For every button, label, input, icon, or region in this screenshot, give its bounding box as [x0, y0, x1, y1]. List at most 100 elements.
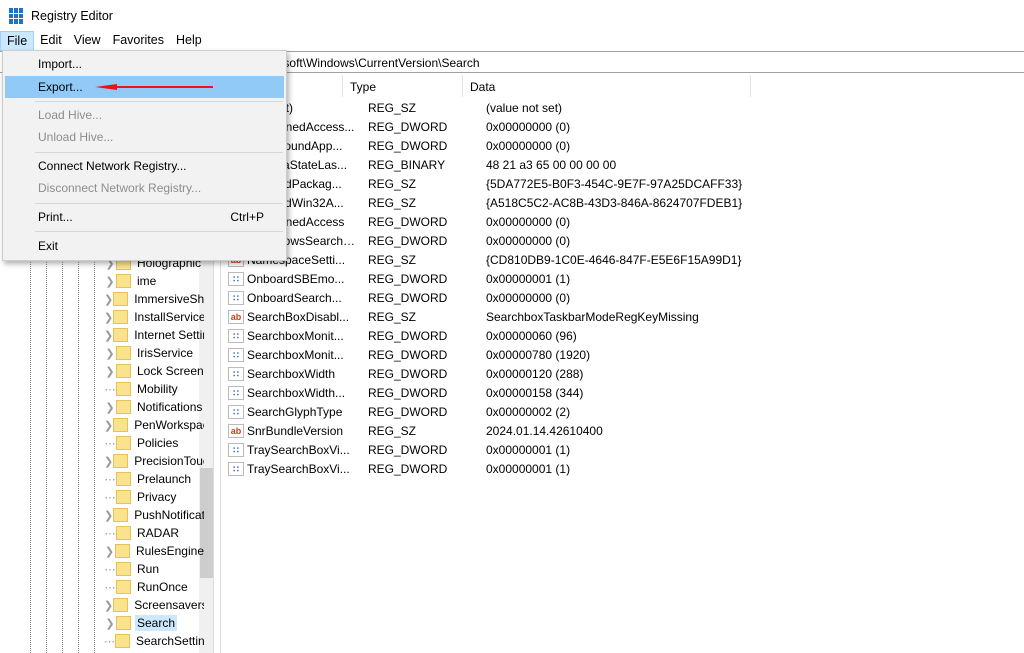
- value-data: SearchboxTaskbarModeRegKeyMissing: [486, 309, 699, 324]
- chevron-right-icon[interactable]: ❯: [104, 275, 116, 288]
- tree-node[interactable]: ❯ Screensavers: [104, 596, 204, 614]
- chevron-right-icon[interactable]: ❯: [104, 365, 116, 378]
- tree-node[interactable]: ❯ PrecisionTouchPad: [104, 452, 204, 470]
- column-data[interactable]: Data: [463, 75, 751, 97]
- value-row[interactable]: ∷ SearchGlyphType REG_DWORD 0x00000002 (2): [221, 402, 570, 421]
- values-list: Name Type Data ab(Default)REG_SZ(value n…: [220, 73, 1024, 653]
- menu-item-import[interactable]: Import...: [5, 53, 284, 75]
- menu-item-print[interactable]: Print... Ctrl+P: [5, 206, 284, 228]
- value-data: 0x00000000 (0): [486, 119, 571, 134]
- tree-node[interactable]: ⋯ Privacy: [104, 488, 204, 506]
- menu-edit[interactable]: Edit: [34, 31, 68, 51]
- chevron-right-icon[interactable]: ❯: [104, 545, 115, 558]
- menu-item-connect-network-registry[interactable]: Connect Network Registry...: [5, 155, 284, 177]
- tree-node[interactable]: ❯ Search: [104, 614, 204, 632]
- tree-node[interactable]: ⋯ Policies: [104, 434, 204, 452]
- value-row[interactable]: ∷ SearchboxWidth... REG_DWORD 0x00000158 (3…: [221, 383, 583, 402]
- chevron-right-icon[interactable]: ❯: [104, 617, 116, 630]
- column-type[interactable]: Type: [343, 75, 463, 97]
- tree-node[interactable]: ❯ Lock Screen: [104, 362, 204, 380]
- tree-node-label: PenWorkspace: [134, 418, 204, 432]
- tree-node-label: PushNotifications: [134, 508, 204, 522]
- value-data: 0x00000120 (288): [486, 366, 584, 381]
- value-row[interactable]: ∷ OnboardSBEmo... REG_DWORD 0x00000001 (1): [221, 269, 570, 288]
- tree-node[interactable]: ❯ Internet Settings: [104, 326, 204, 344]
- value-row[interactable]: ∷ SearchboxWidth REG_DWORD 0x00000120 (288): [221, 364, 583, 383]
- tree-node[interactable]: ❯ RulesEngine: [104, 542, 204, 560]
- value-row[interactable]: ab SnrBundleVersion REG_SZ 2024.01.14.42610…: [221, 421, 603, 440]
- registry-editor-icon: [9, 8, 25, 24]
- folder-icon: [116, 526, 131, 540]
- chevron-right-icon[interactable]: ❯: [104, 293, 113, 306]
- value-type: REG_DWORD: [368, 271, 448, 286]
- value-row[interactable]: ∷ TraySearchBoxVi... REG_DWORD 0x00000001 (…: [221, 440, 570, 459]
- chevron-right-icon[interactable]: ❯: [104, 419, 113, 432]
- window-title: Registry Editor: [31, 9, 113, 23]
- tree-node-label: ime: [137, 274, 157, 288]
- tree-node[interactable]: ❯ PenWorkspace: [104, 416, 204, 434]
- label: Connect Network Registry...: [38, 159, 187, 173]
- tree-node-label: Lock Screen: [137, 364, 204, 378]
- tree-node[interactable]: ❯ ImmersiveShell: [104, 290, 204, 308]
- binary-value-icon: ∷: [228, 385, 244, 400]
- tree-node[interactable]: ❯ Notifications: [104, 398, 204, 416]
- value-name: SearchGlyphType: [247, 404, 343, 419]
- chevron-right-icon[interactable]: ❯: [104, 347, 116, 360]
- folder-icon: [116, 562, 131, 576]
- menu-view[interactable]: View: [68, 31, 107, 51]
- tree-node[interactable]: ⋯ Mobility: [104, 380, 204, 398]
- tree-node[interactable]: ❯ PushNotifications: [104, 506, 204, 524]
- tree-node[interactable]: ⋯ Prelaunch: [104, 470, 204, 488]
- value-row[interactable]: ∷ SearchboxMonit... REG_DWORD 0x00000060 (9…: [221, 326, 577, 345]
- value-row[interactable]: abNamespaceSetti...REG_SZ{CD810DB9-1C0E-…: [221, 250, 742, 269]
- tree-node[interactable]: ⋯ SearchSettings: [104, 632, 204, 650]
- menu-help[interactable]: Help: [170, 31, 208, 51]
- tree-node[interactable]: ⋯ RADAR: [104, 524, 204, 542]
- tree-node[interactable]: ❯ InstallService: [104, 308, 204, 326]
- chevron-right-icon[interactable]: ❯: [104, 329, 113, 342]
- tree-node-label: Prelaunch: [137, 472, 192, 486]
- folder-icon: [116, 400, 131, 414]
- value-name: TraySearchBoxVi...: [247, 442, 350, 457]
- value-row[interactable]: ab SearchBoxDisabl... REG_SZ SearchboxTaskb…: [221, 307, 699, 326]
- value-type: REG_DWORD: [368, 214, 448, 229]
- tree-connector: ⋯: [104, 491, 116, 504]
- label: Import...: [38, 57, 83, 71]
- value-data: {CD810DB9-1C0E-4646-847F-E5E6F15A99D1}: [486, 252, 742, 267]
- folder-icon: [116, 436, 131, 450]
- folder-icon: [116, 472, 131, 486]
- tree-node[interactable]: ❯ ime: [104, 272, 204, 290]
- chevron-right-icon[interactable]: ❯: [104, 311, 113, 324]
- tree-node-label: RADAR: [137, 526, 180, 540]
- menu-item-disconnect-network-registry: Disconnect Network Registry...: [5, 177, 284, 199]
- value-row[interactable]: ∷ TraySearchBoxVi... REG_DWORD 0x00000001 (…: [221, 459, 570, 478]
- menu-favorites[interactable]: Favorites: [107, 31, 170, 51]
- value-type: REG_SZ: [368, 100, 417, 115]
- tree-connector: ⋯: [104, 635, 115, 648]
- value-type: REG_DWORD: [368, 366, 448, 381]
- chevron-right-icon[interactable]: ❯: [104, 401, 116, 414]
- label: Print...: [38, 210, 73, 224]
- value-type: REG_DWORD: [368, 328, 448, 343]
- chevron-right-icon[interactable]: ❯: [104, 455, 113, 468]
- value-row[interactable]: abInstalledWin32A...REG_SZ{A518C5C2-AC8B…: [221, 193, 742, 212]
- value-type: REG_SZ: [368, 309, 417, 324]
- tree-node[interactable]: ❯ IrisService: [104, 344, 204, 362]
- chevron-right-icon[interactable]: ❯: [104, 599, 113, 612]
- value-row[interactable]: ∷ OnboardSearch... REG_DWORD 0x00000000 (0): [221, 288, 570, 307]
- menu-item-exit[interactable]: Exit: [5, 235, 284, 257]
- tree-node-label: PrecisionTouchPad: [134, 454, 204, 468]
- value-name: SearchBoxDisabl...: [247, 309, 350, 324]
- value-name: SnrBundleVersion: [247, 423, 344, 438]
- value-type: REG_DWORD: [368, 138, 448, 153]
- menu-file[interactable]: File: [0, 31, 35, 51]
- folder-icon: [116, 382, 131, 396]
- tree-node-label: Screensavers: [134, 598, 204, 612]
- value-type: REG_SZ: [368, 195, 417, 210]
- chevron-right-icon[interactable]: ❯: [104, 509, 113, 522]
- value-row[interactable]: abInstalledPackag...REG_SZ{5DA772E5-B0F3…: [221, 174, 742, 193]
- folder-icon: [116, 616, 131, 630]
- tree-node[interactable]: ⋯ RunOnce: [104, 578, 204, 596]
- tree-node[interactable]: ⋯ Run: [104, 560, 204, 578]
- value-row[interactable]: ∷ SearchboxMonit... REG_DWORD 0x00000780 (1…: [221, 345, 590, 364]
